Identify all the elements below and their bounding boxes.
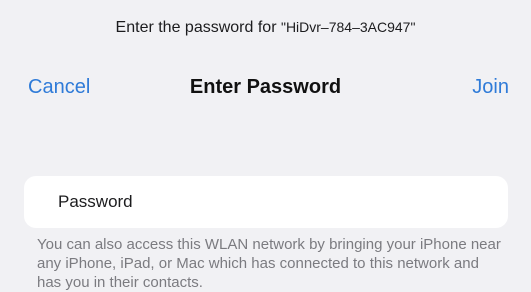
cancel-button[interactable]: Cancel: [28, 76, 90, 99]
network-name: "HiDvr–784–3AC947": [280, 19, 416, 35]
join-button[interactable]: Join: [472, 76, 509, 99]
password-field-card: [24, 176, 508, 228]
prompt-text: Enter the password for: [115, 19, 277, 36]
navigation-bar: Cancel Enter Password Join: [0, 76, 531, 104]
password-prompt: Enter the password for "HiDvr–784–3AC947…: [0, 19, 531, 37]
password-input[interactable]: [58, 189, 478, 215]
help-text: You can also access this WLAN network by…: [37, 236, 501, 291]
